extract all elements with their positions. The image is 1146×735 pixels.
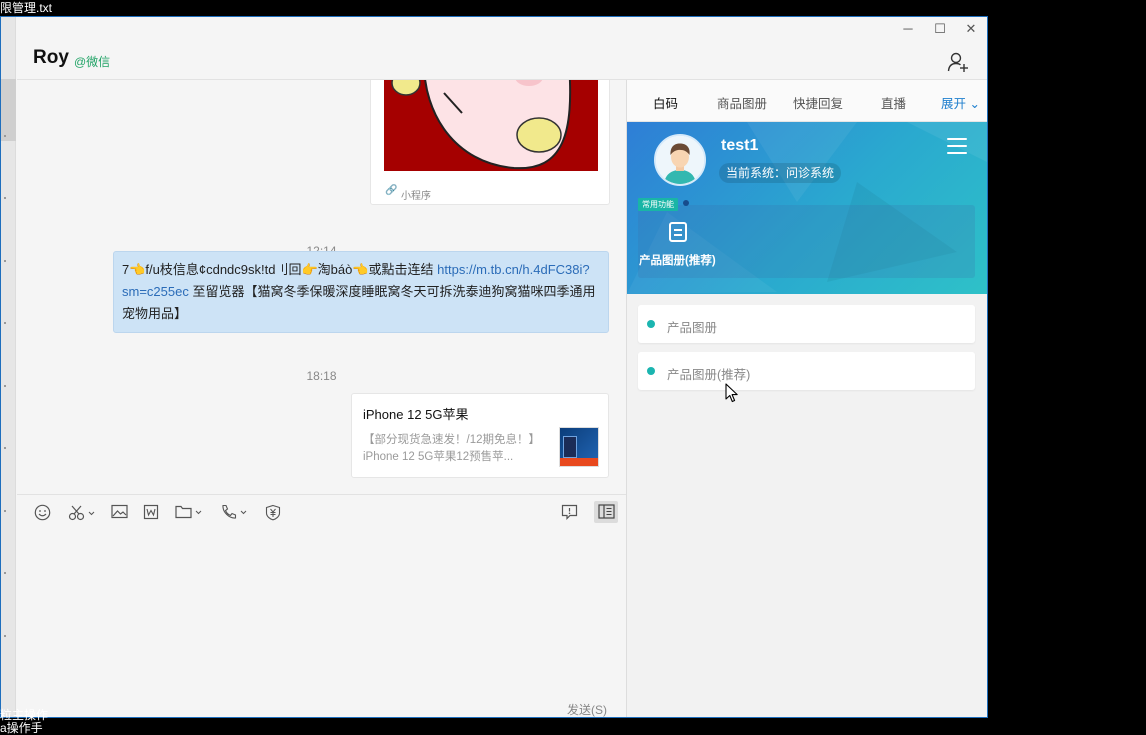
panel-tabs: 白码 商品图册 快捷回复 直播 展开 ⌄: [627, 80, 987, 122]
common-functions-tag: 常用功能: [638, 198, 678, 211]
mini-program-label: 小程序: [401, 191, 431, 202]
user-name: test1: [721, 137, 759, 154]
folder-icon[interactable]: [175, 504, 205, 519]
hamburger-menu-icon[interactable]: [947, 138, 967, 154]
list-item-label: 产品图册: [667, 321, 718, 335]
mini-program-image: [384, 80, 598, 171]
tag-dot: [683, 200, 689, 206]
send-button[interactable]: 发送(S): [567, 701, 607, 717]
input-toolbar: [17, 495, 626, 531]
message-list[interactable]: 🔗 小程序 12:14 7👈f/u枝信息¢cdndc9sk!td刂回👉淘báò👈…: [17, 80, 626, 494]
maximize-button[interactable]: ☐: [930, 21, 950, 37]
list-tick: [4, 572, 6, 574]
image-icon[interactable]: [111, 504, 128, 519]
list-tick: [4, 510, 6, 512]
side-panel: 白码 商品图册 快捷回复 直播 展开 ⌄ test1 当前系统：问诊系统 常用功…: [627, 80, 987, 717]
list-tick: [4, 135, 6, 137]
user-hero-card: test1 当前系统：问诊系统 常用功能 产品图册(推荐): [627, 122, 987, 294]
list-tick: [4, 322, 6, 324]
sent-message-bubble[interactable]: 7👈f/u枝信息¢cdndc9sk!td刂回👉淘báò👈或點击连结 https:…: [113, 251, 609, 333]
bullet-icon: [647, 320, 655, 328]
sidebar-toggle-icon[interactable]: [598, 504, 615, 519]
tab-product-album[interactable]: 商品图册: [717, 93, 767, 112]
product-thumbnail: [559, 427, 599, 467]
minimize-button[interactable]: ─: [898, 21, 918, 36]
close-button[interactable]: ✕: [961, 21, 981, 37]
contact-source-tag: @微信: [74, 55, 111, 69]
user-avatar[interactable]: [654, 134, 706, 186]
tab-live[interactable]: 直播: [881, 93, 906, 112]
list-tick: [4, 197, 6, 199]
current-system-badge[interactable]: 当前系统：问诊系统: [719, 163, 842, 183]
tab-baima[interactable]: 白码: [653, 93, 678, 112]
chat-header: Roy @微信 ─ ☐ ✕: [17, 17, 987, 80]
add-member-icon[interactable]: [947, 51, 969, 73]
product-link-card[interactable]: iPhone 12 5G苹果 【部分现货急速发！/12期免息！】iPhone 1…: [351, 393, 609, 478]
product-description: 【部分现货急速发！/12期免息！】iPhone 12 5G苹果12预售苹...: [363, 434, 540, 463]
tab-quick-reply[interactable]: 快捷回复: [793, 93, 843, 112]
transfer-money-icon[interactable]: [265, 504, 281, 521]
message-input[interactable]: 发送(S): [17, 531, 626, 717]
conversation-list-edge[interactable]: [1, 17, 16, 717]
list-tick: [4, 385, 6, 387]
bullet-icon: [647, 367, 655, 375]
background-text-line: a操作手: [0, 721, 43, 735]
contact-name: Roy: [33, 47, 69, 68]
emoji-icon[interactable]: [34, 504, 51, 521]
product-title: iPhone 12 5G苹果: [363, 407, 469, 422]
background-window-title: 限管理.txt: [0, 1, 53, 15]
list-item-product-album-recommended[interactable]: 产品图册(推荐): [638, 352, 975, 390]
list-tick: [4, 635, 6, 637]
message-timestamp: 18:18: [306, 369, 337, 383]
message-text: 7👈f/u枝信息¢cdndc9sk!td刂回👉淘báò👈或點击连结: [122, 262, 438, 277]
selected-conversation-marker: [1, 79, 16, 141]
message-text-tail: 至留览器【猫窝冬季保暖深度睡眠窝冬天可拆洗泰迪狗窝猫咪四季通用宠物用品】: [122, 284, 596, 321]
mini-program-card[interactable]: 🔗 小程序: [370, 80, 610, 205]
screenshot-scissors-icon[interactable]: [68, 504, 98, 521]
chat-window: Roy @微信 ─ ☐ ✕ 🔗 小程序 7👈f/u枝信息¢cdndc9sk!td…: [0, 16, 988, 718]
document-list-icon[interactable]: [669, 222, 687, 242]
link-icon: 🔗: [385, 185, 398, 196]
list-tick: [4, 447, 6, 449]
list-item-product-album[interactable]: 产品图册: [638, 305, 975, 343]
list-tick: [4, 260, 6, 262]
tab-expand[interactable]: 展开 ⌄: [941, 93, 980, 112]
chat-history-icon[interactable]: [561, 504, 578, 520]
phone-icon[interactable]: [220, 504, 250, 520]
product-album-recommended-shortcut[interactable]: 产品图册(推荐): [639, 252, 716, 268]
mouse-cursor-icon: [725, 383, 738, 403]
list-item-label: 产品图册(推荐): [667, 368, 751, 382]
document-icon[interactable]: [143, 504, 159, 520]
